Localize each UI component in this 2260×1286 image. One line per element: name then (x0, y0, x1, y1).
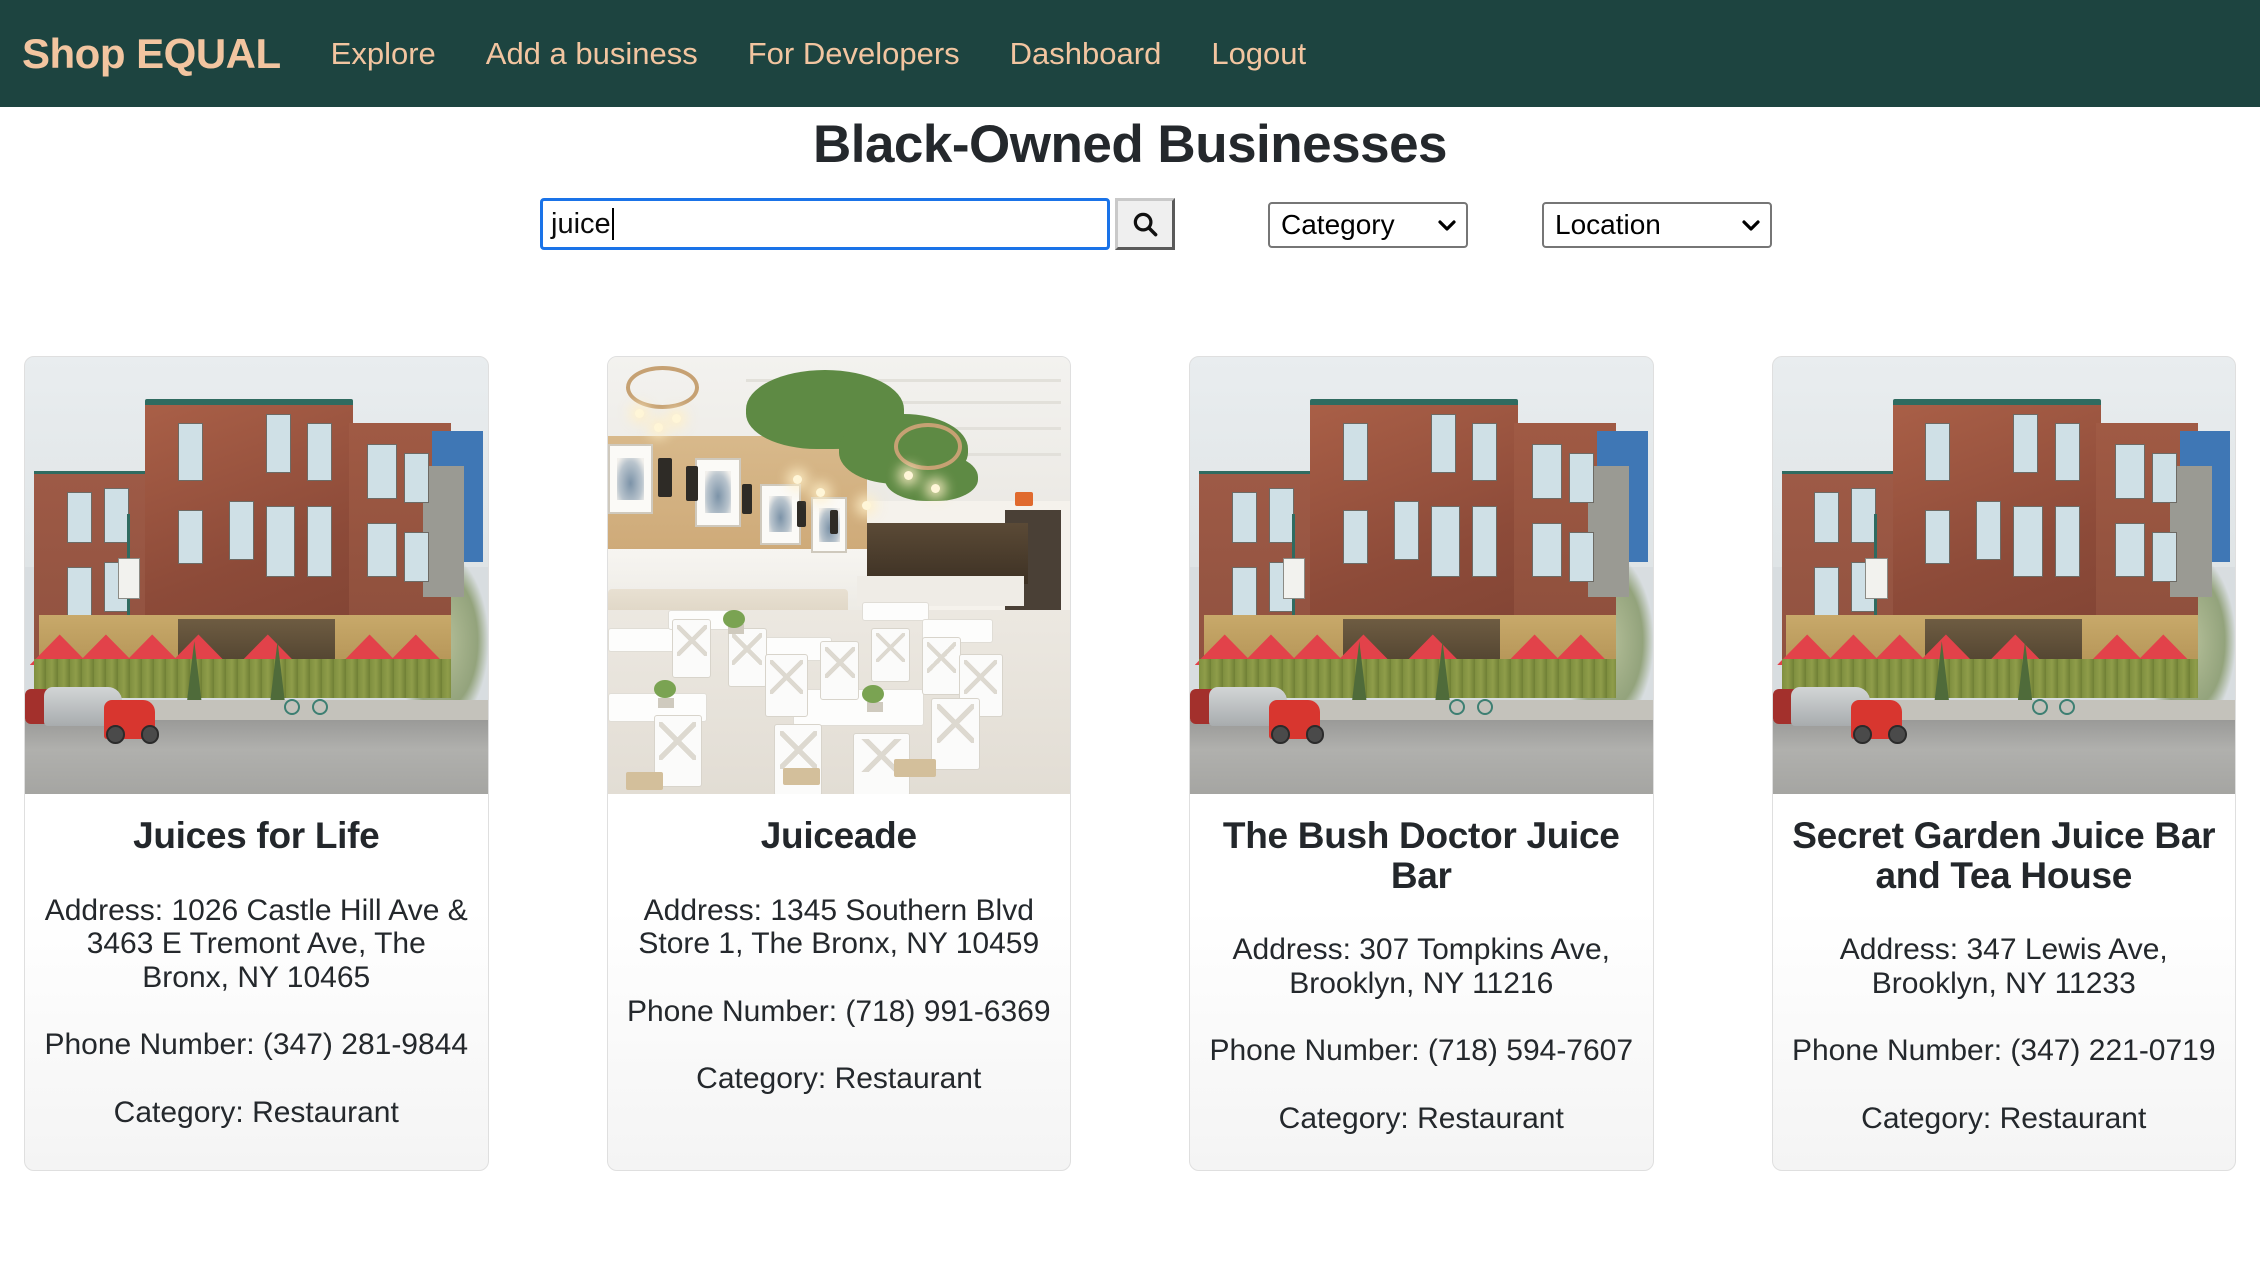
category-select[interactable]: Category (1268, 202, 1468, 248)
business-address: Address: 307 Tompkins Ave, Brooklyn, NY … (1232, 933, 1610, 1000)
business-photo-interior (607, 357, 1070, 794)
business-name: Juiceade (760, 815, 917, 856)
business-card-body: The Bush Doctor Juice Bar Address: 307 T… (1190, 794, 1653, 1170)
business-card-body: Juices for Life Address: 1026 Castle Hil… (25, 794, 488, 1164)
search-input-value: juice (551, 207, 611, 240)
business-card-body: Juiceade Address: 1345 Southern Blvd Sto… (608, 794, 1071, 1130)
business-phone: Phone Number: (347) 221-0719 (1791, 1034, 2216, 1068)
search-icon (1133, 212, 1158, 237)
search-button[interactable] (1115, 198, 1175, 250)
business-category: Category: Restaurant (696, 1062, 982, 1096)
business-name: Juices for Life (133, 815, 380, 856)
business-photo-street (1190, 357, 1653, 794)
business-category: Category: Restaurant (1278, 1101, 1564, 1135)
business-card[interactable]: Juiceade Address: 1345 Southern Blvd Sto… (606, 356, 1071, 1171)
search-group: juice (540, 198, 1175, 250)
business-address: Address: 1026 Castle Hill Ave & 3463 E T… (44, 893, 468, 994)
business-card-body: Secret Garden Juice Bar and Tea House Ad… (1773, 794, 2236, 1170)
nav-link-dashboard[interactable]: Dashboard (1010, 36, 1162, 72)
search-input[interactable]: juice (540, 198, 1110, 250)
nav-link-for-developers[interactable]: For Developers (748, 36, 960, 72)
top-navbar: Shop EQUAL Explore Add a business For De… (0, 0, 2260, 107)
business-photo-street (25, 357, 488, 794)
search-filter-row: juice Category Location (0, 198, 2260, 260)
business-phone: Phone Number: (718) 594-7607 (1209, 1034, 1634, 1068)
business-category: Category: Restaurant (1861, 1101, 2147, 1135)
location-select-value: Location (1555, 209, 1661, 240)
business-card[interactable]: The Bush Doctor Juice Bar Address: 307 T… (1189, 356, 1654, 1171)
text-caret (611, 208, 614, 240)
category-select-value: Category (1281, 209, 1395, 240)
business-address: Address: 347 Lewis Ave, Brooklyn, NY 112… (1839, 933, 2168, 1000)
business-card[interactable]: Secret Garden Juice Bar and Tea House Ad… (1771, 356, 2236, 1171)
page-title: Black-Owned Businesses (812, 115, 1448, 174)
business-name: Secret Garden Juice Bar and Tea House (1792, 815, 2216, 896)
nav-links: Explore Add a business For Developers Da… (331, 36, 1307, 72)
business-results-grid: Juices for Life Address: 1026 Castle Hil… (24, 356, 2236, 1171)
business-card[interactable]: Juices for Life Address: 1026 Castle Hil… (24, 356, 489, 1171)
nav-link-explore[interactable]: Explore (331, 36, 436, 72)
business-category: Category: Restaurant (113, 1095, 399, 1129)
business-photo-street (1772, 357, 2235, 794)
page-root: Shop EQUAL Explore Add a business For De… (0, 0, 2260, 1286)
business-name: The Bush Doctor Juice Bar (1222, 815, 1620, 896)
business-phone: Phone Number: (718) 991-6369 (626, 994, 1051, 1028)
brand-logo[interactable]: Shop EQUAL (22, 30, 281, 78)
nav-link-add-a-business[interactable]: Add a business (486, 36, 698, 72)
business-address: Address: 1345 Southern Blvd Store 1, The… (638, 893, 1040, 961)
chevron-down-icon (1437, 218, 1457, 232)
chevron-down-icon (1741, 218, 1761, 232)
business-phone: Phone Number: (347) 281-9844 (44, 1028, 469, 1062)
location-select[interactable]: Location (1542, 202, 1772, 248)
nav-link-logout[interactable]: Logout (1211, 36, 1306, 72)
